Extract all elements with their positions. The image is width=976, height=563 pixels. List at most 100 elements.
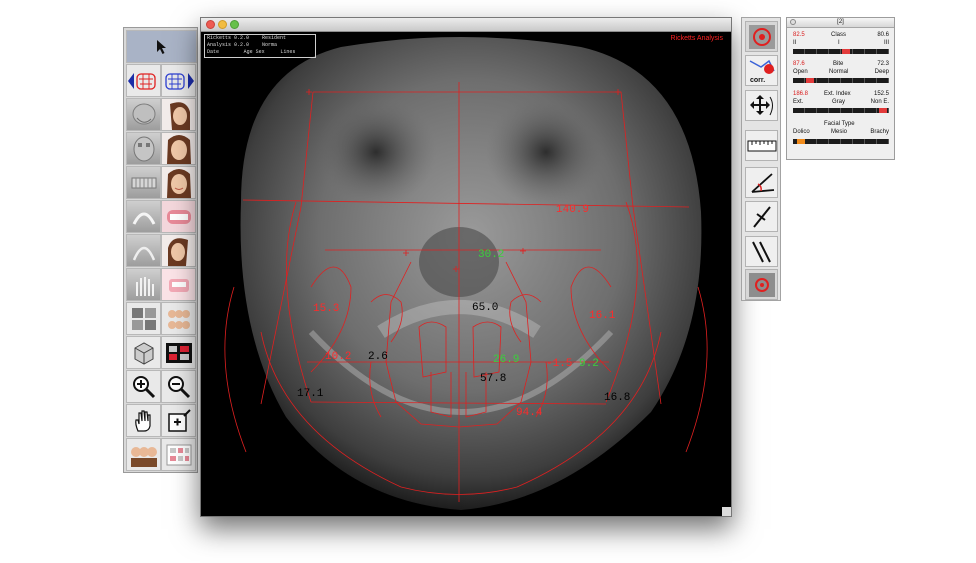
close-button[interactable] bbox=[206, 20, 215, 29]
lateral-xray-thumb[interactable] bbox=[126, 98, 161, 131]
patient-faces-icon bbox=[130, 446, 157, 467]
occlusal-xray-thumb[interactable] bbox=[126, 234, 161, 267]
info-cell: Lines bbox=[280, 49, 296, 55]
bite-values-row: 87.6 Bite 72.3 bbox=[793, 61, 889, 68]
bite-left-value: 87.6 bbox=[793, 61, 805, 67]
info-cell: Date bbox=[207, 49, 220, 55]
panel-close-button[interactable] bbox=[790, 19, 796, 25]
ext-gauge bbox=[793, 108, 889, 113]
occlusal-icon bbox=[132, 246, 155, 260]
move-button[interactable] bbox=[745, 90, 778, 121]
zoom-in-button[interactable] bbox=[126, 370, 161, 403]
profile-photo-thumb[interactable] bbox=[161, 234, 196, 267]
next-view-button[interactable] bbox=[161, 64, 196, 97]
measure-center-green: 26.9 bbox=[493, 354, 519, 366]
target-small-button[interactable] bbox=[745, 269, 778, 300]
intraoral-row bbox=[126, 200, 197, 233]
class-ticks-row: II I III bbox=[793, 40, 889, 47]
zoom-row bbox=[126, 370, 197, 403]
info-cell: Norma bbox=[262, 42, 278, 48]
info-cell: Age Sex bbox=[243, 49, 265, 55]
bite-tick: Deep bbox=[874, 69, 889, 75]
resize-grip[interactable] bbox=[722, 507, 731, 516]
occlusal-row bbox=[126, 234, 197, 267]
facial-type-label: Facial Type bbox=[824, 121, 855, 127]
measure-width-top: 140.9 bbox=[556, 204, 589, 216]
bite-ticks-row: Open Normal Deep bbox=[793, 69, 889, 76]
zoom-button[interactable] bbox=[230, 20, 239, 29]
ext-tick: Gray bbox=[832, 99, 846, 105]
target-button[interactable] bbox=[745, 21, 778, 52]
minimize-button[interactable] bbox=[218, 20, 227, 29]
class-label: Class bbox=[831, 32, 847, 38]
parallel-lines-button[interactable] bbox=[745, 236, 778, 267]
ext-ticks-row: Ext. Gray Non E. bbox=[793, 99, 889, 106]
target-small-icon bbox=[748, 272, 775, 297]
pointer-tool-button[interactable] bbox=[126, 30, 197, 63]
frontal-photo-thumb[interactable] bbox=[161, 132, 196, 165]
measure-left-mid: 10.2 bbox=[325, 351, 351, 363]
angle-icon bbox=[750, 172, 774, 193]
add-point-icon bbox=[167, 408, 191, 432]
measure-left-ramus: 15.3 bbox=[313, 303, 339, 315]
bite-right-value: 72.3 bbox=[877, 61, 889, 67]
hand-xray-thumb[interactable] bbox=[126, 268, 161, 301]
facial-gauge-marker bbox=[797, 139, 805, 144]
compare-xray-button[interactable] bbox=[126, 302, 161, 335]
frontal-xray-image: 140.9 30.2 15.3 16.1 65.0 10.2 2.6 26.9 … bbox=[224, 37, 708, 510]
corr-label: corr. bbox=[750, 77, 765, 84]
add-point-button[interactable] bbox=[161, 404, 196, 437]
zoom-out-button[interactable] bbox=[161, 370, 196, 403]
presentation-button[interactable] bbox=[161, 336, 196, 369]
teeth-xray-thumb[interactable] bbox=[126, 166, 161, 199]
smile-photo-thumb[interactable] bbox=[161, 166, 196, 199]
window-titlebar bbox=[201, 18, 731, 32]
lateral-photo-thumb[interactable] bbox=[161, 98, 196, 131]
facial-tick: Mesio bbox=[831, 129, 848, 135]
analysis-summary-panel: [2] 82.5 Class 80.6 II I III 87.6 Bite 7… bbox=[786, 17, 895, 160]
measure-left-lower: 17.1 bbox=[297, 388, 324, 400]
measure-center-lower: 57.8 bbox=[480, 373, 506, 385]
model-photo-thumb[interactable] bbox=[161, 268, 196, 301]
frontal-xray-thumb[interactable] bbox=[126, 132, 161, 165]
3d-view-button[interactable] bbox=[126, 336, 161, 369]
dental-model-icon bbox=[168, 278, 189, 292]
zoom-out-icon bbox=[167, 375, 190, 398]
class-right-value: 80.6 bbox=[877, 32, 889, 38]
bite-gauge-marker bbox=[806, 78, 814, 83]
measurement-tool-strip: corr. bbox=[741, 17, 781, 301]
class-tick: III bbox=[883, 40, 889, 46]
facial-gauge bbox=[793, 139, 889, 144]
corr-icon: corr. bbox=[749, 59, 775, 84]
angle-button[interactable] bbox=[745, 167, 778, 198]
hand-tools-row bbox=[126, 404, 197, 437]
lateral-views-row bbox=[126, 98, 197, 131]
xray-canvas[interactable]: 140.9 30.2 15.3 16.1 65.0 10.2 2.6 26.9 … bbox=[201, 32, 731, 516]
ext-values-row: 186.8 Ext. Index 152.5 bbox=[793, 91, 889, 98]
intraoral-photo-thumb[interactable] bbox=[161, 200, 196, 233]
intraoral-icon bbox=[166, 209, 191, 224]
zoom-in-icon bbox=[132, 375, 155, 398]
class-tick: II bbox=[793, 40, 797, 46]
class-gauge-marker bbox=[842, 49, 850, 54]
cube-skull-icon bbox=[134, 341, 153, 365]
ext-tick: Ext. bbox=[793, 99, 804, 105]
line-button[interactable] bbox=[745, 201, 778, 232]
corr-button[interactable]: corr. bbox=[745, 55, 778, 86]
ruler-button[interactable] bbox=[745, 130, 778, 161]
arch-xray-thumb[interactable] bbox=[126, 200, 161, 233]
compare-grid-icon bbox=[131, 307, 156, 330]
patient-faces-button[interactable] bbox=[126, 438, 161, 471]
hand-tool-button[interactable] bbox=[126, 404, 161, 437]
compare-photo-button[interactable] bbox=[161, 302, 196, 335]
measure-right-lower: 16.8 bbox=[604, 392, 630, 404]
hand-row bbox=[126, 268, 197, 301]
mode-row bbox=[126, 336, 197, 369]
panel-titlebar: [2] bbox=[787, 18, 894, 28]
ext-label: Ext. Index bbox=[824, 91, 851, 97]
print-layout-button[interactable] bbox=[161, 438, 196, 471]
prev-view-button[interactable] bbox=[126, 64, 161, 97]
face-profile-icon bbox=[169, 101, 190, 130]
bite-label: Bite bbox=[833, 61, 844, 67]
ext-left-value: 186.8 bbox=[793, 91, 809, 97]
